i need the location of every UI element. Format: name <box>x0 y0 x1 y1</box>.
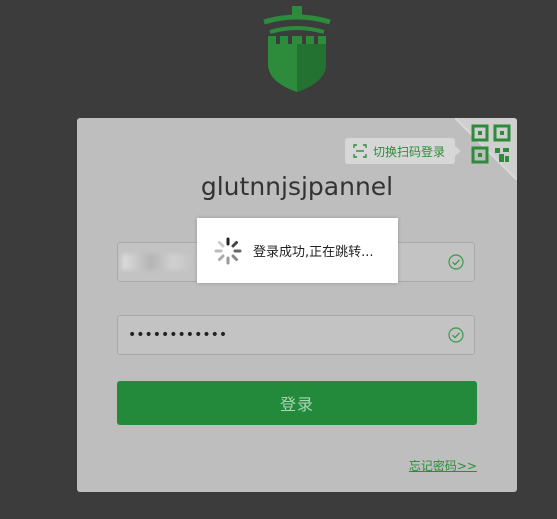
qr-code-icon[interactable] <box>471 124 511 164</box>
login-card: 切换扫码登录 glutnnjsjpannel 登录 忘记密码>> <box>77 118 517 492</box>
scan-icon <box>353 144 367 158</box>
check-circle-icon <box>448 254 464 270</box>
login-button[interactable]: 登录 <box>117 381 477 425</box>
password-field[interactable] <box>117 315 475 355</box>
switch-qr-login-label: 切换扫码登录 <box>373 144 446 159</box>
app-logo-icon <box>263 6 331 92</box>
login-success-toast: 登录成功,正在跳转... <box>197 218 398 283</box>
blurred-username <box>122 254 194 270</box>
password-input[interactable] <box>118 316 458 354</box>
toast-message: 登录成功,正在跳转... <box>253 245 374 260</box>
page-title: glutnnjsjpannel <box>200 172 394 201</box>
check-circle-icon <box>448 327 464 343</box>
switch-qr-login-button[interactable]: 切换扫码登录 <box>345 138 462 164</box>
loading-spinner-icon <box>214 237 242 264</box>
forgot-password-link[interactable]: 忘记密码>> <box>409 457 477 474</box>
